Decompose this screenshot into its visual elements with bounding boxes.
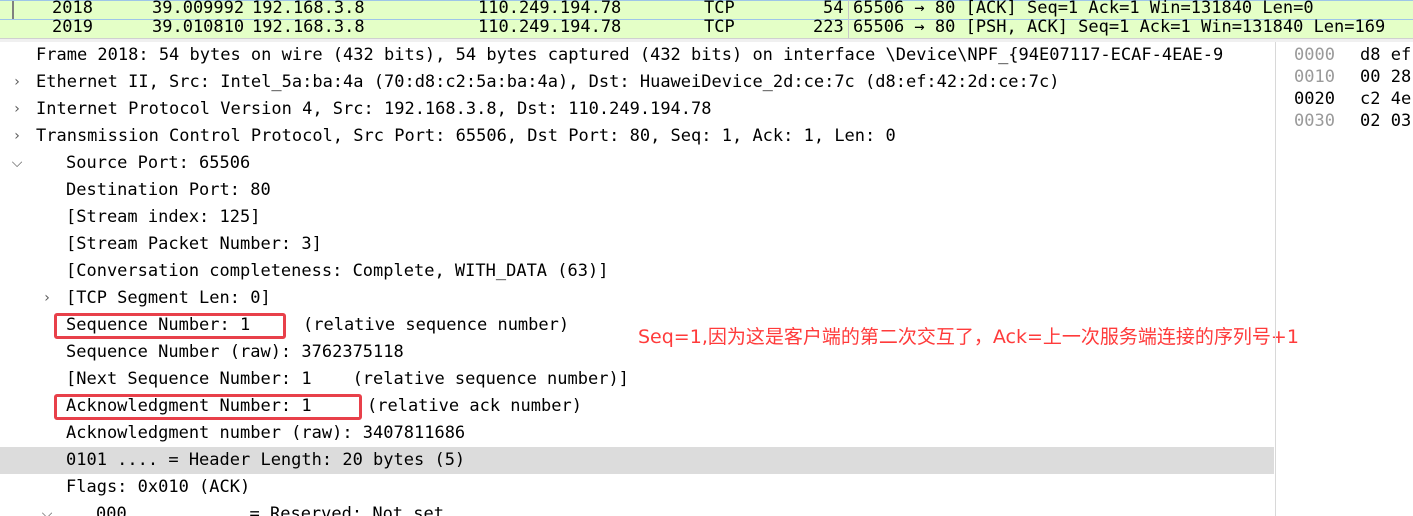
- tree-item-segment-len[interactable]: [TCP Segment Len: 0]: [0, 285, 1274, 312]
- packet-source: 192.168.3.8: [252, 0, 365, 18]
- tree-item-ip[interactable]: › Internet Protocol Version 4, Src: 192.…: [0, 96, 1274, 144]
- tree-item-dst-port[interactable]: Destination Port: 80: [0, 177, 1274, 204]
- tree-item-conversation[interactable]: › [Conversation completeness: Complete, …: [0, 258, 1274, 306]
- tree-item-flags[interactable]: ⌵ Flags: 0x010 (ACK): [0, 474, 1274, 516]
- column-divider: [848, 0, 849, 38]
- packet-info: 65506 → 80 [PSH, ACK] Seq=1 Ack=1 Win=13…: [853, 17, 1386, 37]
- packet-info: 65506 → 80 [ACK] Seq=1 Ack=1 Win=131840 …: [853, 0, 1314, 18]
- hex-bytes[interactable]: 02 03: [1360, 110, 1411, 132]
- hex-offset: 0000: [1294, 45, 1335, 65]
- packet-length: 223: [813, 17, 844, 37]
- seq-highlight-box: [54, 313, 286, 339]
- annotation-note: Seq=1,因为这是客户端的第二次交互了，Ack=上一次服务端连接的序列号+1: [638, 326, 1299, 348]
- packet-length: 54: [823, 0, 844, 18]
- tree-item-header-length[interactable]: 0101 .... = Header Length: 20 bytes (5): [0, 447, 1274, 474]
- hex-offset: 0010: [1294, 67, 1335, 87]
- tree-item-tcp[interactable]: ⌵ Transmission Control Protocol, Src Por…: [0, 123, 1274, 171]
- packet-bytes-pane[interactable]: 0000 d8 ef 0010 00 28 0020 c2 4e 0030 02…: [1276, 42, 1413, 516]
- tree-item-reserved[interactable]: 000. .... .... = Reserved: Not set: [0, 501, 1274, 516]
- packet-row[interactable]: 2019 39.010810 192.168.3.8 110.249.194.7…: [0, 17, 1413, 38]
- packet-time: 39.010810: [152, 17, 245, 37]
- hex-bytes[interactable]: d8 ef: [1360, 44, 1411, 66]
- packet-list[interactable]: 2018 39.009992 192.168.3.8 110.249.194.7…: [0, 0, 1413, 38]
- tree-item-frame[interactable]: › Frame 2018: 54 bytes on wire (432 bits…: [0, 42, 1274, 90]
- packet-destination: 110.249.194.78: [478, 17, 622, 37]
- packet-protocol: TCP: [704, 0, 735, 18]
- packet-source: 192.168.3.8: [252, 17, 365, 37]
- hex-bytes[interactable]: 00 28: [1360, 66, 1411, 88]
- packet-protocol: TCP: [704, 17, 735, 37]
- tree-item-ethernet[interactable]: › Ethernet II, Src: Intel_5a:ba:4a (70:d…: [0, 69, 1274, 117]
- hex-offset: 0030: [1294, 111, 1335, 131]
- packet-no: 2018: [52, 0, 93, 18]
- tree-item-ack-raw[interactable]: Acknowledgment number (raw): 3407811686: [0, 420, 1274, 447]
- hex-bytes[interactable]: c2 4e: [1360, 88, 1411, 110]
- tree-item-src-port[interactable]: Source Port: 65506: [0, 150, 1274, 177]
- packet-destination: 110.249.194.78: [478, 0, 622, 18]
- ack-highlight-box: [54, 394, 362, 420]
- tree-item-stream-index[interactable]: [Stream index: 125]: [0, 204, 1274, 231]
- tree-item-stream-packet[interactable]: [Stream Packet Number: 3]: [0, 231, 1274, 258]
- row-marker: [12, 1, 14, 19]
- packet-details-tree[interactable]: › Frame 2018: 54 bytes on wire (432 bits…: [0, 42, 1274, 516]
- tree-item-next-seq[interactable]: [Next Sequence Number: 1 (relative seque…: [0, 366, 1274, 393]
- packet-no: 2019: [52, 17, 93, 37]
- hex-offset: 0020: [1294, 89, 1335, 109]
- packet-time: 39.009992: [152, 0, 245, 18]
